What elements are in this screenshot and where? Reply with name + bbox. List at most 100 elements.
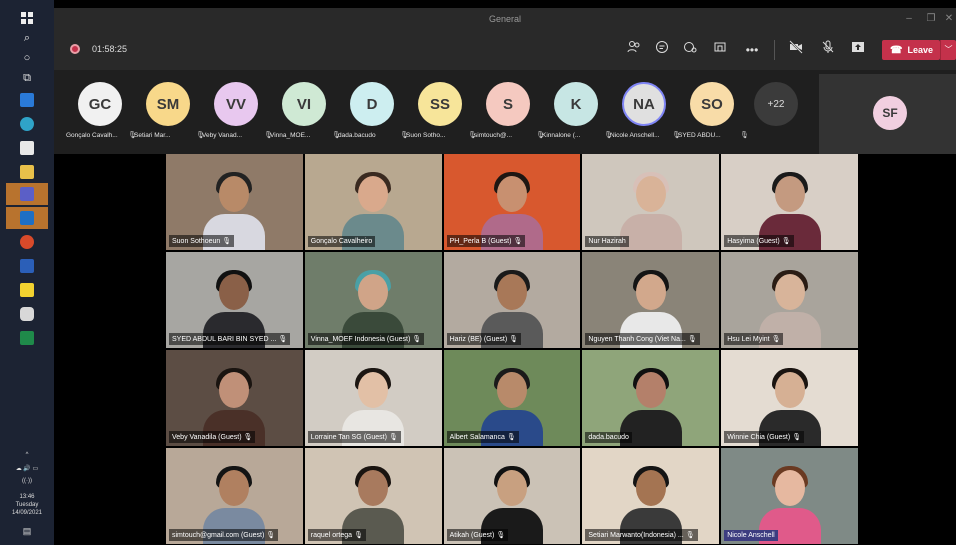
video-tile[interactable]: Hasyima (Guest) 🎙	[721, 154, 858, 250]
video-tile[interactable]: dada.bacudo	[582, 350, 720, 446]
mic-muted-icon: 🎙	[509, 336, 519, 343]
more-participants-button[interactable]: +22	[754, 82, 798, 126]
participant-name: Vinna_MOE...	[270, 132, 311, 139]
mic-muted-icon: 🎙	[222, 238, 232, 245]
video-tile[interactable]: SYED ABDUL BARI BIN SYED ... 🎙	[166, 252, 303, 348]
avatar: SO	[690, 82, 734, 126]
video-tile[interactable]: Albert Salamanca 🎙	[443, 350, 581, 446]
participant-card[interactable]: SO SYED ABDU... 🎙	[678, 80, 749, 146]
participant-label: Suon Sothoeun 🎙	[169, 235, 235, 247]
excel-icon[interactable]	[17, 328, 37, 348]
video-tile[interactable]: Vinna_MOEF Indonesia (Guest) 🎙	[304, 252, 442, 348]
participant-name: simtouch@...	[474, 132, 513, 139]
clock-date[interactable]: 14/09/2021	[2, 510, 52, 517]
video-tile[interactable]: simtouch@gmail.com (Guest) 🎙	[166, 448, 303, 544]
participant-name: SYED ABDU...	[678, 132, 721, 139]
video-tile[interactable]: Hariz (BE) (Guest) 🎙	[443, 252, 581, 348]
participant-name: PH_Perla B (Guest)	[449, 238, 512, 245]
mic-muted-icon: 🎙	[496, 532, 506, 539]
edge-icon[interactable]	[17, 114, 37, 134]
video-tile[interactable]: Gonçalo Cavalheiro	[304, 154, 442, 250]
cortana-icon[interactable]: ○	[17, 48, 37, 68]
recording-icon	[70, 44, 80, 54]
outlook-icon[interactable]	[17, 208, 37, 228]
video-tile[interactable]: Hsu Lei Myint 🎙	[721, 252, 858, 348]
share-screen-icon[interactable]	[848, 40, 868, 60]
notification-icon[interactable]: ▤	[2, 527, 52, 536]
minimize-icon[interactable]: –	[902, 12, 916, 26]
reactions-icon[interactable]	[680, 40, 700, 60]
video-tile[interactable]: Veby Vanadila (Guest) 🎙	[166, 350, 303, 446]
leave-button[interactable]: ☎ Leave	[882, 40, 940, 60]
tray-icons[interactable]: ☁ 🔊 ▭	[2, 466, 52, 473]
clock-time[interactable]: 13:46	[2, 494, 52, 501]
participant-card[interactable]: SS Suon Sotho... 🎙	[406, 80, 477, 146]
participant-label: Hariz (BE) (Guest) 🎙	[446, 333, 522, 345]
explorer-icon[interactable]	[17, 162, 37, 182]
search-icon[interactable]: ⌕	[17, 28, 37, 48]
video-tile[interactable]: Winnie Chia (Guest) 🎙	[721, 350, 858, 446]
mic-muted-icon: 🎙	[513, 238, 523, 245]
video-tile[interactable]: Nur Hazirah	[582, 154, 720, 250]
participant-card[interactable]: Ddada.bacudo 🎙	[338, 80, 409, 146]
video-tile[interactable]: PH_Perla B (Guest) 🎙	[443, 154, 581, 250]
windows-taskbar: ⌕ ○ ⧉ ^ ☁ 🔊 ▭ ((·)) 13:46 Tuesday 14/09/…	[0, 0, 54, 545]
close-icon[interactable]: ✕	[942, 12, 956, 26]
windows-start-icon[interactable]	[17, 8, 37, 28]
app-icon[interactable]	[17, 304, 37, 324]
participant-label: Nicole Anschell	[724, 530, 778, 541]
participant-card[interactable]: VI Vinna_MOE... 🎙	[270, 80, 341, 146]
avatar: NA	[622, 82, 666, 126]
video-tile[interactable]: raquel ortega 🎙	[304, 448, 442, 544]
mic-off-icon[interactable]	[818, 40, 838, 60]
leave-dropdown-chevron-icon[interactable]: ﹀	[940, 40, 956, 60]
participant-name: Winnie Chia (Guest)	[727, 434, 791, 441]
more-actions-icon[interactable]: •••	[742, 40, 762, 60]
video-tile[interactable]: Lorraine Tan SG (Guest) 🎙	[304, 350, 442, 446]
participant-label: Gonçalo Cavalheiro	[307, 236, 376, 247]
chat-icon[interactable]	[652, 40, 672, 60]
video-tile[interactable]: Suon Sothoeun 🎙	[166, 154, 303, 250]
participant-label: Nur Hazirah	[585, 236, 629, 247]
tray-chevron-icon[interactable]: ^	[2, 452, 52, 459]
participants-icon[interactable]	[624, 40, 644, 60]
mic-muted-icon: 🎙	[740, 132, 749, 139]
task-view-icon[interactable]: ⧉	[17, 68, 37, 88]
sticky-notes-icon[interactable]	[17, 280, 37, 300]
participant-label: Nguyen Thanh Cong (Viet Na... 🎙	[585, 333, 700, 345]
chrome-icon[interactable]	[17, 232, 37, 252]
mic-muted-icon: 🎙	[506, 434, 516, 441]
mic-muted-icon: 🎙	[412, 336, 422, 343]
participant-card[interactable]: Ssimtouch@... 🎙	[474, 80, 545, 146]
video-tile[interactable]: Nguyen Thanh Cong (Viet Na... 🎙	[582, 252, 720, 348]
participant-label: PH_Perla B (Guest) 🎙	[446, 235, 526, 247]
maximize-icon[interactable]: ❐	[924, 12, 938, 26]
participant-name: Setiari Mar...	[134, 132, 171, 139]
participant-card[interactable]: K Kinnalone (... 🎙	[542, 80, 613, 146]
participant-card[interactable]: VV Veby Vanad... 🎙	[202, 80, 273, 146]
participant-card[interactable]: NA Nicole Anschell... 🎙	[610, 80, 681, 146]
participant-label: Winnie Chia (Guest) 🎙	[724, 431, 805, 443]
teams-icon[interactable]	[17, 184, 37, 204]
participant-card[interactable]: SM Setiari Mar... 🎙	[134, 80, 205, 146]
participant-name: Hasyima (Guest)	[727, 238, 780, 245]
participant-card[interactable]: GC Gonçalo Cavalh... 🎙	[66, 80, 137, 146]
mail-icon[interactable]	[17, 90, 37, 110]
screen: ⌕ ○ ⧉ ^ ☁ 🔊 ▭ ((·)) 13:46 Tuesday 14/09/…	[0, 0, 956, 545]
camera-off-icon[interactable]	[786, 40, 806, 60]
video-tile[interactable]: Atikah (Guest) 🎙	[443, 448, 581, 544]
word-icon[interactable]	[17, 256, 37, 276]
participant-name: Suon Sothoeun	[172, 238, 221, 245]
rooms-icon[interactable]	[710, 40, 730, 60]
clock-day[interactable]: Tuesday	[2, 502, 52, 509]
video-tile[interactable]: Nicole Anschell	[721, 448, 858, 544]
store-icon[interactable]	[17, 138, 37, 158]
participant-name: SYED ABDUL BARI BIN SYED ...	[172, 336, 277, 343]
video-tile[interactable]: Setiari Marwanto(Indonesia) ... 🎙	[582, 448, 720, 544]
participant-name: Lorraine Tan SG (Guest)	[310, 434, 387, 441]
network-icon[interactable]: ((·))	[2, 478, 52, 485]
participant-label: Vinna_MOEF Indonesia (Guest) 🎙	[307, 333, 425, 345]
participant-name: Nicole Anschell...	[610, 132, 660, 139]
mic-muted-icon: 🎙	[243, 434, 253, 441]
self-video-tile[interactable]: SF	[819, 74, 956, 154]
